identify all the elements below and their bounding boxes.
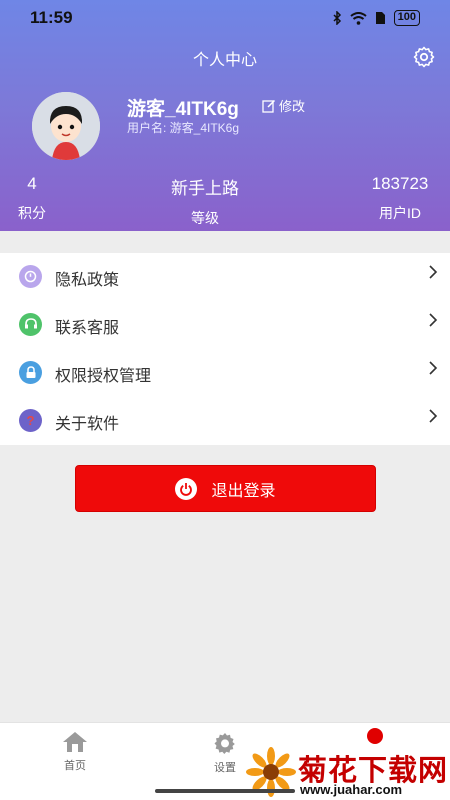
status-icons: 100 [333,10,420,26]
stat-user-id: 183723 用户ID [360,174,440,223]
customer-service-icon [19,313,42,336]
logout-label: 退出登录 [211,482,276,500]
settings-gear-icon[interactable] [412,45,436,69]
edit-label: 修改 [279,99,306,114]
gear-icon [214,733,235,754]
stat-level-value: 新手上路 [171,179,239,198]
menu-item-about[interactable]: ? 关于软件 [0,397,450,445]
menu-label: 权限授权管理 [55,368,152,385]
status-bar: 11:59 100 [0,0,450,36]
menu-item-permissions[interactable]: 权限授权管理 [0,349,450,397]
stat-score-label: 积分 [18,205,46,221]
menu-item-customer-service[interactable]: 联系客服 [0,301,450,349]
wifi-icon [350,11,367,25]
menu-label: 联系客服 [55,320,120,337]
home-icon [63,732,87,752]
cartoon-avatar-icon [32,92,100,160]
profile-header: 11:59 100 个人中心 游客_4ITK6g 修改 用户名: 游客_4ITK [0,0,450,231]
battery-indicator: 100 [393,10,420,26]
account-name-line: 用户名: 游客_4ITK6g [127,121,240,135]
username: 游客_4ITK6g [127,99,239,120]
chevron-right-icon [429,409,438,423]
avatar[interactable] [32,92,100,160]
lock-icon [19,361,42,384]
stat-level-label: 等级 [191,210,219,226]
edit-icon [262,99,276,113]
stat-user-id-value: 183723 [371,174,429,193]
tab-home[interactable]: 首页 [45,731,105,773]
menu-item-privacy-policy[interactable]: 隐私政策 [0,253,450,301]
logout-button[interactable]: 退出登录 [75,465,376,512]
tab-home-label: 首页 [64,760,86,772]
stat-level: 新手上路 等级 [145,174,265,228]
status-time: 11:59 [30,8,73,27]
bluetooth-icon [333,11,341,25]
menu-label: 关于软件 [55,416,120,433]
chevron-right-icon [429,313,438,327]
watermark-url: www.juahar.com [300,782,403,797]
stat-score: 4 积分 [14,174,50,223]
sim-icon [375,12,385,24]
privacy-icon [19,265,42,288]
chevron-right-icon [429,265,438,279]
stat-score-value: 4 [27,174,37,193]
power-icon [175,477,198,500]
title-bar: 个人中心 [0,40,450,74]
settings-menu: 隐私政策 联系客服 权限授权管理 ? 关于软件 [0,253,450,445]
menu-label: 隐私政策 [55,272,120,289]
notification-dot [367,728,383,744]
chevron-right-icon [429,361,438,375]
edit-profile-link[interactable]: 修改 [262,96,305,115]
home-indicator [155,789,295,793]
page-title: 个人中心 [192,52,257,69]
stat-user-id-label: 用户ID [379,205,421,221]
question-icon: ? [19,409,42,432]
